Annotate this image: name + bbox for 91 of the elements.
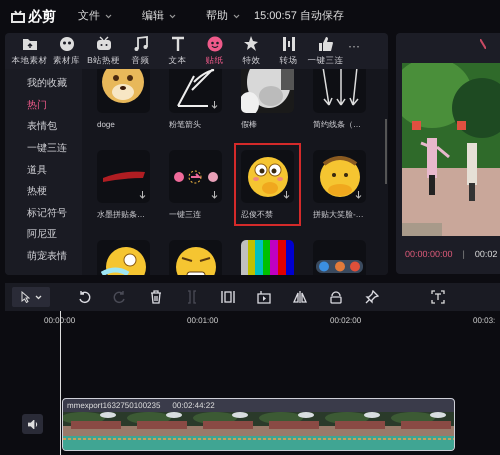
category-item[interactable]: 一键三连 <box>5 138 82 160</box>
category-item[interactable]: 阿尼亚 <box>5 224 82 246</box>
clip-name: mmexport1632750100235 <box>67 400 160 412</box>
tab[interactable]: 文本 <box>159 35 196 67</box>
sticker-item[interactable]: 拼贴大笑脸-… <box>306 143 373 226</box>
menu-item[interactable]: 帮助 <box>206 8 240 25</box>
sticker-tile[interactable] <box>313 69 366 113</box>
freeze-frame-icon[interactable] <box>221 290 235 304</box>
tab[interactable]: 一键三连 <box>307 35 344 67</box>
undo-icon[interactable] <box>77 290 91 304</box>
arrows-sticker <box>320 69 358 107</box>
clip-duration: 00:02:44:22 <box>172 400 215 412</box>
category-item[interactable]: 标记符号 <box>5 202 82 224</box>
delete-icon[interactable] <box>149 290 163 304</box>
sticker-label: 粉笔箭头 <box>169 119 201 130</box>
download-icon[interactable] <box>139 191 146 199</box>
tab[interactable]: B站热梗 <box>85 35 122 67</box>
sticker-item[interactable]: 粉笔箭头 <box>162 69 229 136</box>
time-label: 00:02:00 <box>330 315 362 327</box>
category-item[interactable]: 萌宠表情 <box>5 246 82 268</box>
sticker-item[interactable]: 水墨拼贴条… <box>90 143 157 226</box>
like-coin-share-sticker <box>172 170 218 184</box>
sticker-label: doge <box>97 119 115 130</box>
sticker-tile[interactable] <box>97 150 150 203</box>
text-recognition-icon[interactable] <box>431 290 445 304</box>
sticker-item[interactable]: doge <box>90 69 157 136</box>
caret-icon <box>105 14 112 19</box>
tab[interactable]: 本地素材 <box>11 35 48 67</box>
annoyed-emoji-sticker <box>174 246 216 275</box>
category-item[interactable]: 我的收藏 <box>5 73 82 95</box>
category-item[interactable]: 道具 <box>5 159 82 181</box>
menu-item[interactable]: 编辑 <box>142 8 176 25</box>
download-icon[interactable] <box>211 101 218 109</box>
time-label: 00:01:00 <box>187 315 220 327</box>
brush-stroke-sticker <box>102 170 146 183</box>
tab[interactable]: 素材库 <box>48 35 85 67</box>
marker-icon <box>480 39 486 49</box>
tab[interactable]: 贴纸 <box>196 35 233 67</box>
music-icon <box>132 35 150 54</box>
logo-icon <box>10 10 26 24</box>
app-name: 必剪 <box>28 7 56 26</box>
category-item[interactable]: 热门 <box>5 94 82 116</box>
caret-icon <box>169 14 176 19</box>
sticker-label: 一键三连 <box>169 209 201 220</box>
sticker-item[interactable]: 忍俊不禁 <box>234 143 301 226</box>
chalk-arrow-sticker <box>176 69 216 108</box>
category-item[interactable]: 表情包 <box>5 116 82 138</box>
thumb-icon <box>316 35 334 54</box>
caret-icon <box>233 14 240 19</box>
caret-icon <box>34 294 42 300</box>
sticker-label: 水墨拼贴条… <box>97 209 145 220</box>
giggling-emoji-sticker <box>246 156 288 198</box>
download-icon[interactable] <box>211 191 218 199</box>
mirror-icon[interactable] <box>293 290 307 304</box>
sticker-tile[interactable] <box>241 150 294 203</box>
total-timecode: 00:02 <box>474 248 498 262</box>
sticker-item[interactable]: 假棒 <box>234 69 301 136</box>
sticker-label: 假棒 <box>241 119 257 130</box>
play-frame-icon[interactable] <box>257 290 271 304</box>
current-timecode: 00:00:00:00 <box>405 248 453 262</box>
sticker-item[interactable]: 简约线条（… <box>306 69 373 136</box>
download-icon[interactable] <box>355 191 362 199</box>
like-coin-star-buttons-sticker <box>316 260 363 273</box>
scrollbar[interactable] <box>385 119 387 184</box>
menu-item[interactable]: 文件 <box>78 8 112 25</box>
star-icon <box>242 35 260 54</box>
tab[interactable]: 音频 <box>122 35 159 67</box>
sticker-tile[interactable] <box>313 150 366 203</box>
more-button[interactable]: ··· <box>348 37 360 55</box>
sticker-label: 简约线条（… <box>313 119 361 130</box>
autosave-status: 15:00:57 自动保存 <box>254 9 344 24</box>
sticker-tile[interactable] <box>97 69 150 113</box>
category-item[interactable]: 热梗 <box>5 180 82 203</box>
video-clip[interactable]: mmexport1632750100235 00:02:44:22 <box>62 398 455 451</box>
sticker-tile[interactable] <box>169 150 222 203</box>
tab[interactable]: 转场 <box>270 35 307 67</box>
separator: | <box>462 248 465 262</box>
pin-icon[interactable] <box>365 290 379 304</box>
select-tool-button[interactable] <box>12 287 50 307</box>
time-label: 00:03: <box>473 315 496 327</box>
worried-emoji-sticker <box>318 156 360 198</box>
sticker-item[interactable]: 一键三连 <box>162 143 229 226</box>
cursor-icon <box>20 291 30 303</box>
tab[interactable]: 特效 <box>233 35 270 67</box>
sticker-label: 忍俊不禁 <box>241 209 273 220</box>
sticker-tile[interactable] <box>241 69 294 113</box>
download-icon[interactable] <box>283 191 290 199</box>
mute-button[interactable] <box>22 414 43 434</box>
sticker-label: 拼贴大笑脸-… <box>313 209 364 220</box>
speaker-icon <box>28 420 38 428</box>
sticker-tile[interactable] <box>169 69 222 113</box>
